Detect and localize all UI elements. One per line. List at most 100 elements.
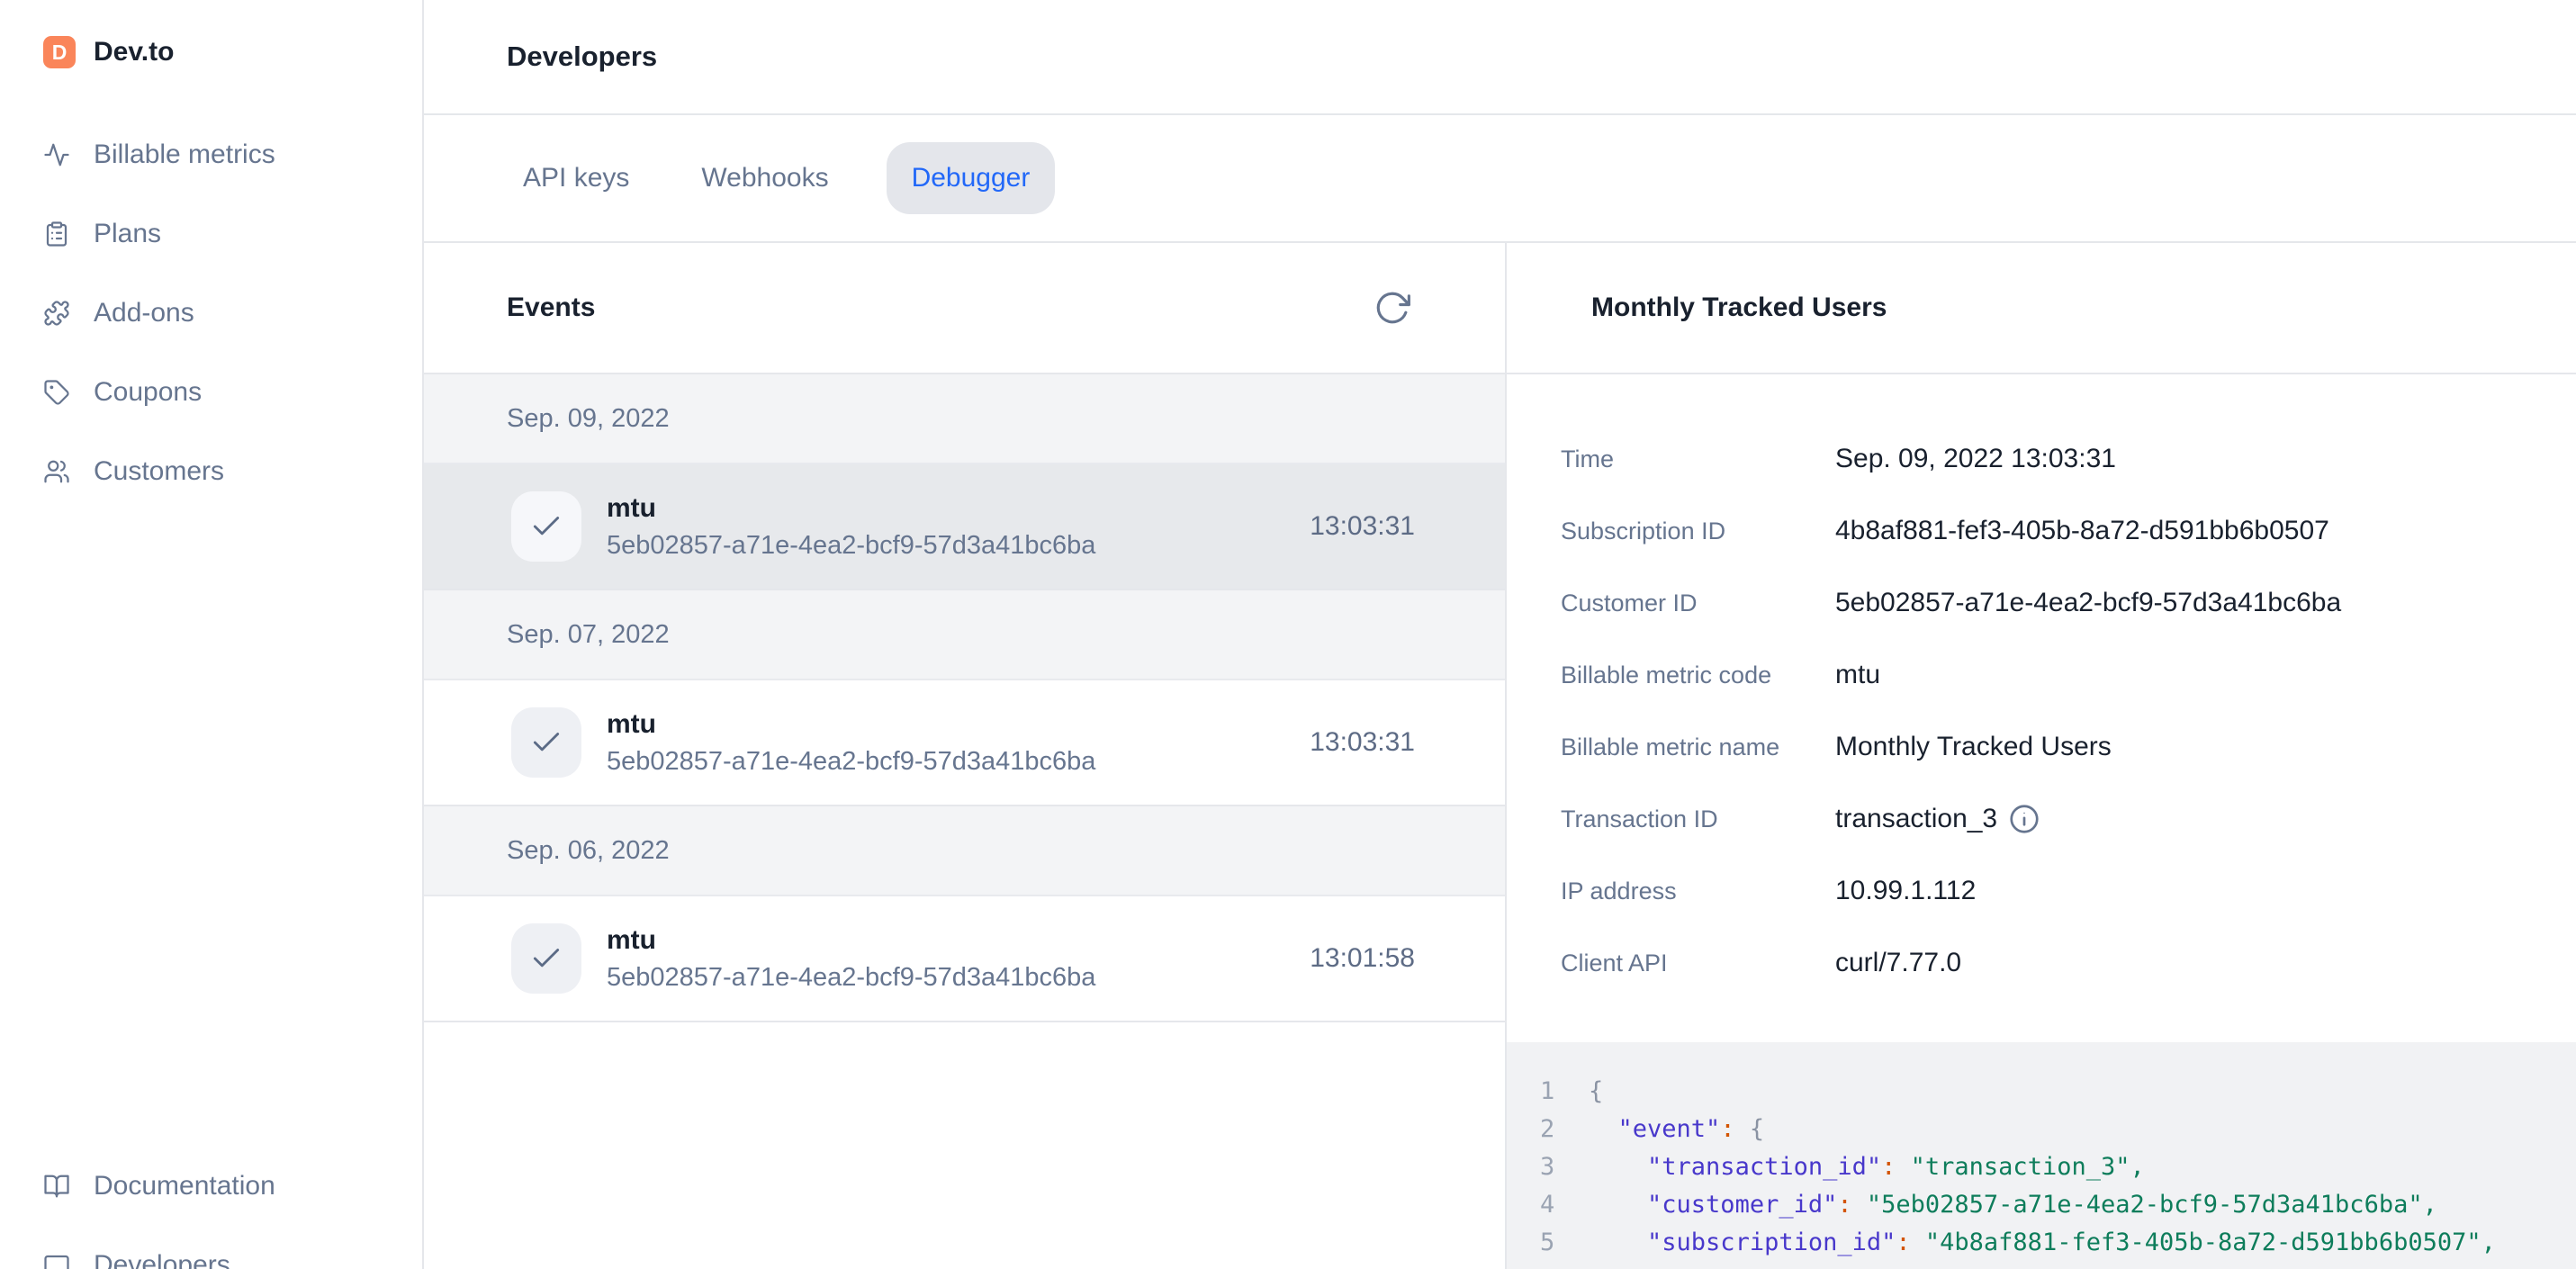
tab-webhooks[interactable]: Webhooks <box>687 142 842 214</box>
event-date-band: Sep. 07, 2022 <box>424 590 1505 680</box>
page-title: Developers <box>507 40 657 73</box>
info-icon[interactable] <box>2008 803 2040 835</box>
event-payload-code-block: 1{ 2 "event": { 3 "transaction_id": "tra… <box>1507 1042 2576 1269</box>
field-label: IP address <box>1561 878 1835 905</box>
field-value: transaction_3 <box>1835 803 2040 835</box>
field-value: curl/7.77.0 <box>1835 948 1961 978</box>
sidebar-item-label: Customers <box>94 456 224 487</box>
org-logo: D <box>43 36 76 68</box>
code-line: 1{ <box>1540 1073 2576 1111</box>
event-row[interactable]: mtu 5eb02857-a71e-4ea2-bcf9-57d3a41bc6ba… <box>424 896 1505 1022</box>
field-label: Client API <box>1561 950 1835 977</box>
tag-icon <box>43 379 70 406</box>
sidebar-item-plans[interactable]: Plans <box>0 194 422 274</box>
field-row-ip-address: IP address 10.99.1.112 <box>1561 855 2540 927</box>
event-date-label: Sep. 07, 2022 <box>507 620 670 650</box>
sidebar-footer-nav: Documentation Developers <box>0 1147 422 1269</box>
event-id: 5eb02857-a71e-4ea2-bcf9-57d3a41bc6ba <box>607 531 1095 561</box>
event-date-band: Sep. 09, 2022 <box>424 374 1505 464</box>
event-date-label: Sep. 09, 2022 <box>507 404 670 434</box>
sidebar-item-coupons[interactable]: Coupons <box>0 353 422 432</box>
line-number: 2 <box>1540 1111 1567 1148</box>
sidebar-item-billable-metrics[interactable]: Billable metrics <box>0 115 422 194</box>
field-label: Billable metric name <box>1561 734 1835 761</box>
field-row-billable-metric-code: Billable metric code mtu <box>1561 639 2540 711</box>
debugger-content: Events Sep. 09, 2022 mtu 5eb <box>424 243 2576 1269</box>
event-date-band: Sep. 06, 2022 <box>424 806 1505 896</box>
event-meta: mtu 5eb02857-a71e-4ea2-bcf9-57d3a41bc6ba <box>607 709 1095 777</box>
sidebar-item-label: Add-ons <box>94 298 194 328</box>
event-time: 13:03:31 <box>1310 727 1415 758</box>
puzzle-icon <box>43 300 70 327</box>
code-line: 5 "subscription_id": "4b8af881-fef3-405b… <box>1540 1224 2576 1262</box>
clipboard-list-icon <box>43 220 70 248</box>
event-id: 5eb02857-a71e-4ea2-bcf9-57d3a41bc6ba <box>607 747 1095 777</box>
detail-title: Monthly Tracked Users <box>1591 292 1887 323</box>
sidebar-item-developers[interactable]: Developers <box>0 1226 422 1269</box>
refresh-button[interactable] <box>1374 289 1411 327</box>
field-row-time: Time Sep. 09, 2022 13:03:31 <box>1561 423 2540 495</box>
field-row-subscription-id: Subscription ID 4b8af881-fef3-405b-8a72-… <box>1561 495 2540 567</box>
org-switcher[interactable]: D Dev.to <box>0 0 422 68</box>
event-date-label: Sep. 06, 2022 <box>507 836 670 866</box>
tab-debugger[interactable]: Debugger <box>887 142 1056 214</box>
event-name: mtu <box>607 709 1095 740</box>
sidebar-item-customers[interactable]: Customers <box>0 432 422 511</box>
events-panel: Events Sep. 09, 2022 mtu 5eb <box>424 243 1507 1269</box>
detail-header: Monthly Tracked Users <box>1507 243 2576 374</box>
page-header: Developers <box>424 0 2576 115</box>
field-value: 4b8af881-fef3-405b-8a72-d591bb6b0507 <box>1835 516 2329 546</box>
event-row[interactable]: mtu 5eb02857-a71e-4ea2-bcf9-57d3a41bc6ba… <box>424 464 1505 590</box>
field-value: Monthly Tracked Users <box>1835 732 2112 762</box>
tab-bar: API keys Webhooks Debugger <box>424 115 2576 243</box>
events-title: Events <box>507 292 595 323</box>
field-row-billable-metric-name: Billable metric name Monthly Tracked Use… <box>1561 711 2540 783</box>
field-label: Billable metric code <box>1561 662 1835 689</box>
code-line: 4 "customer_id": "5eb02857-a71e-4ea2-bcf… <box>1540 1186 2576 1224</box>
field-value: Sep. 09, 2022 13:03:31 <box>1835 444 2116 474</box>
tab-api-keys[interactable]: API keys <box>509 142 644 214</box>
line-number: 5 <box>1540 1224 1567 1262</box>
check-icon <box>529 509 563 544</box>
event-row[interactable]: mtu 5eb02857-a71e-4ea2-bcf9-57d3a41bc6ba… <box>424 680 1505 806</box>
event-meta: mtu 5eb02857-a71e-4ea2-bcf9-57d3a41bc6ba <box>607 925 1095 993</box>
event-time: 13:03:31 <box>1310 511 1415 542</box>
check-icon <box>529 725 563 760</box>
sidebar-nav: Billable metrics Plans Add-ons Coupons C… <box>0 115 422 511</box>
sidebar-item-label: Billable metrics <box>94 140 275 170</box>
org-name: Dev.to <box>94 37 174 68</box>
event-avatar <box>511 491 581 562</box>
code-line: 2 "event": { <box>1540 1111 2576 1148</box>
sidebar-item-label: Developers <box>94 1250 230 1269</box>
field-label: Transaction ID <box>1561 806 1835 833</box>
field-value: 10.99.1.112 <box>1835 876 1976 906</box>
events-header: Events <box>424 243 1505 374</box>
field-row-client-api: Client API curl/7.77.0 <box>1561 927 2540 999</box>
line-number: 1 <box>1540 1073 1567 1111</box>
event-time: 13:01:58 <box>1310 943 1415 974</box>
field-label: Subscription ID <box>1561 518 1835 545</box>
transaction-id-value: transaction_3 <box>1835 804 1997 834</box>
event-avatar <box>511 707 581 778</box>
field-value: 5eb02857-a71e-4ea2-bcf9-57d3a41bc6ba <box>1835 588 2341 618</box>
activity-icon <box>43 141 70 168</box>
event-meta: mtu 5eb02857-a71e-4ea2-bcf9-57d3a41bc6ba <box>607 493 1095 561</box>
detail-fields: Time Sep. 09, 2022 13:03:31 Subscription… <box>1507 374 2576 1042</box>
sidebar-item-documentation[interactable]: Documentation <box>0 1147 422 1226</box>
sidebar: D Dev.to Billable metrics Plans Add-ons <box>0 0 424 1269</box>
main-area: Developers API keys Webhooks Debugger Ev… <box>424 0 2576 1269</box>
event-detail-panel: Monthly Tracked Users Time Sep. 09, 2022… <box>1507 243 2576 1269</box>
check-icon <box>529 941 563 976</box>
event-avatar <box>511 923 581 994</box>
sidebar-item-label: Coupons <box>94 377 202 408</box>
event-name: mtu <box>607 925 1095 956</box>
event-name: mtu <box>607 493 1095 524</box>
refresh-icon <box>1374 289 1411 327</box>
code-line: 3 "transaction_id": "transaction_3", <box>1540 1148 2576 1186</box>
field-row-transaction-id: Transaction ID transaction_3 <box>1561 783 2540 855</box>
sidebar-item-add-ons[interactable]: Add-ons <box>0 274 422 353</box>
sidebar-item-label: Documentation <box>94 1171 275 1202</box>
line-number: 3 <box>1540 1148 1567 1186</box>
book-open-icon <box>43 1173 70 1200</box>
sidebar-item-label: Plans <box>94 219 161 249</box>
